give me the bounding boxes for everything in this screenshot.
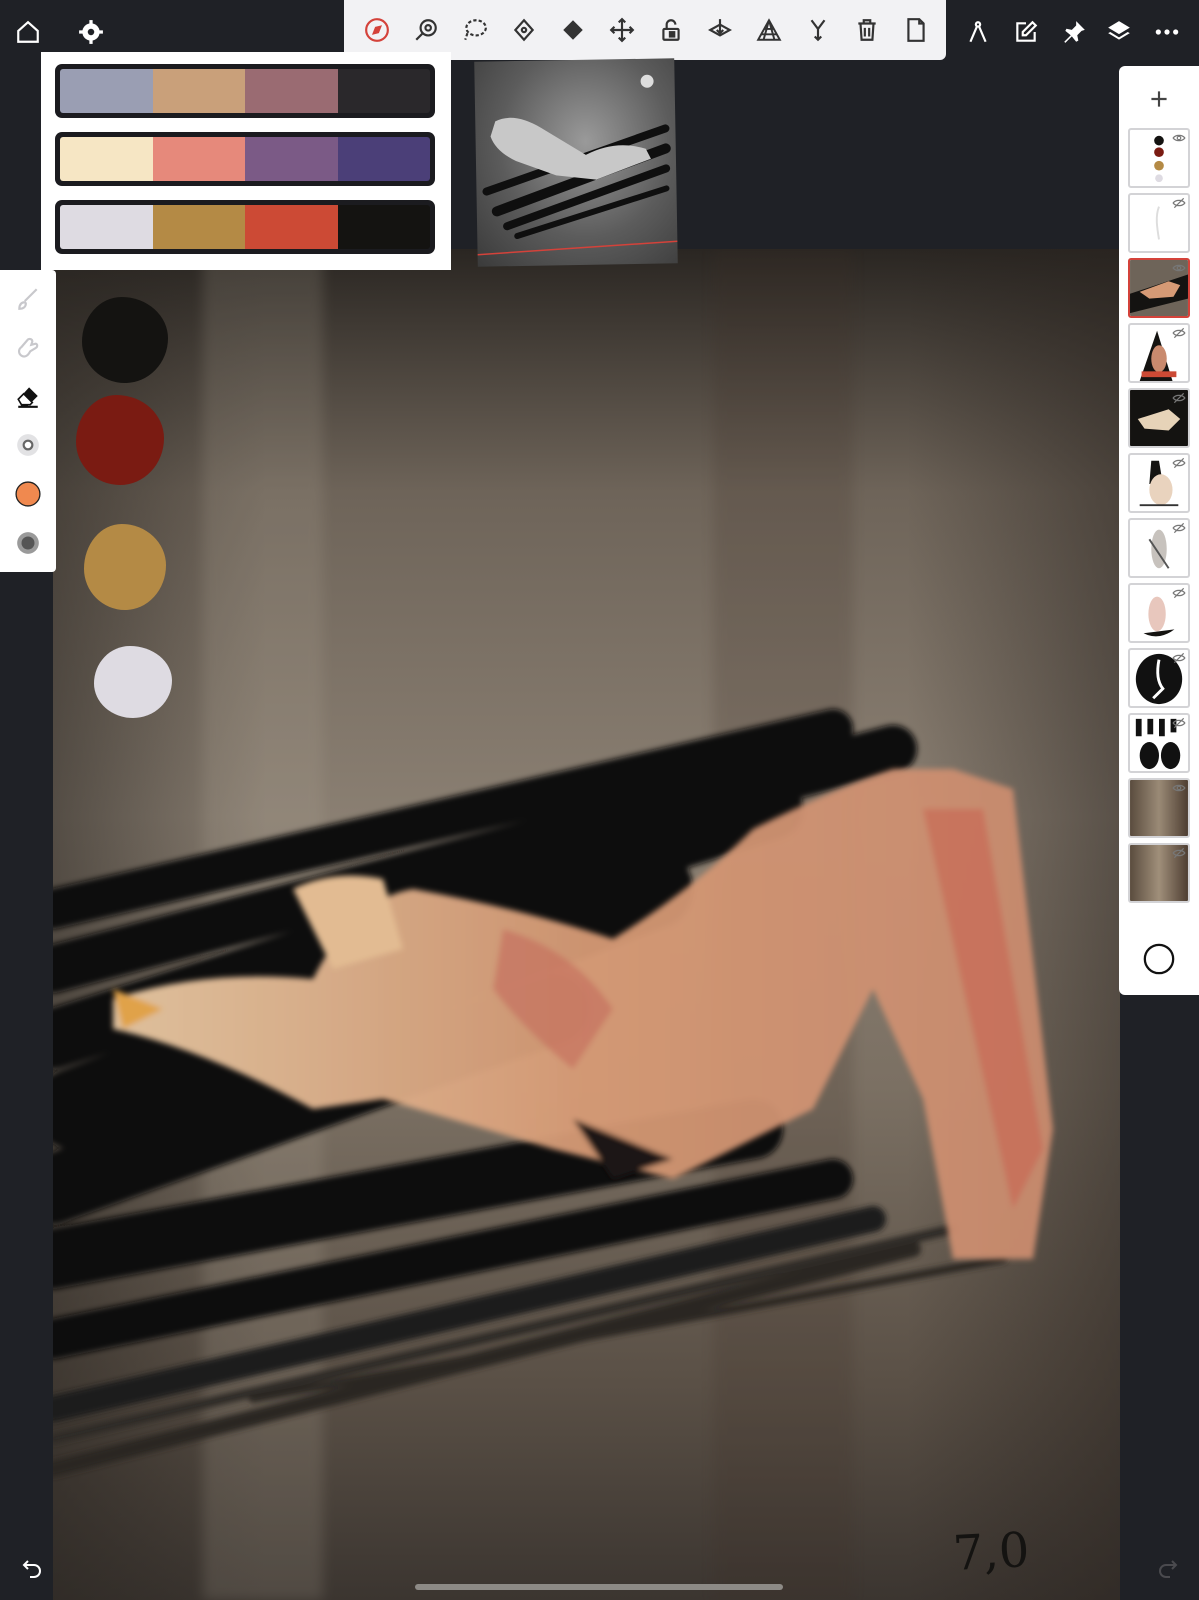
compass-icon[interactable]	[364, 17, 390, 43]
palette-panel	[41, 52, 451, 270]
redo-icon[interactable]	[1156, 1555, 1180, 1579]
smudge-icon[interactable]	[15, 334, 41, 360]
paint-swatch-white	[94, 646, 172, 718]
palette-swatch[interactable]	[60, 69, 153, 113]
drawing-canvas[interactable]: 7,0	[53, 249, 1120, 1600]
lock-icon[interactable]	[658, 17, 684, 43]
palette-swatch[interactable]	[337, 205, 430, 249]
perspective-grid-icon[interactable]	[756, 17, 782, 43]
eye-off-icon[interactable]	[1172, 847, 1186, 859]
undo-icon[interactable]	[20, 1555, 44, 1579]
color-icon[interactable]	[15, 481, 41, 507]
eye-off-icon[interactable]	[1172, 587, 1186, 599]
left-tool-strip	[0, 270, 56, 572]
canvas-annotation: 7,0	[951, 1522, 1031, 1582]
layer-thumb[interactable]	[1128, 648, 1190, 708]
more-icon[interactable]	[1154, 19, 1180, 45]
layer-thumb[interactable]	[1128, 518, 1190, 578]
layer-thumb[interactable]	[1128, 388, 1190, 448]
palette-row-3[interactable]	[55, 200, 435, 254]
tool-toolbar	[344, 0, 946, 60]
palette-swatch[interactable]	[152, 137, 245, 181]
palette-swatch[interactable]	[152, 205, 245, 249]
eye-icon[interactable]	[1172, 262, 1186, 274]
eye-off-icon[interactable]	[1172, 522, 1186, 534]
palette-swatch[interactable]	[152, 69, 245, 113]
reference-image[interactable]	[474, 58, 678, 267]
layer-thumb[interactable]	[1128, 778, 1190, 838]
home-indicator	[415, 1584, 783, 1590]
layers-icon[interactable]	[1106, 19, 1132, 45]
brush-size-icon[interactable]	[15, 432, 41, 458]
palette-swatch[interactable]	[60, 205, 153, 249]
move-icon[interactable]	[609, 17, 635, 43]
palette-swatch[interactable]	[245, 205, 338, 249]
palette-swatch[interactable]	[245, 137, 338, 181]
brush-icon[interactable]	[15, 286, 41, 312]
layers-panel	[1119, 66, 1199, 995]
layer-thumb[interactable]	[1128, 713, 1190, 773]
paint-swatch-black	[82, 297, 168, 383]
eye-off-icon[interactable]	[1172, 717, 1186, 729]
fill-icon[interactable]	[560, 17, 586, 43]
document-icon[interactable]	[903, 17, 929, 43]
layer-thumb[interactable]	[1128, 323, 1190, 383]
palette-swatch[interactable]	[60, 137, 153, 181]
lasso-icon[interactable]	[462, 17, 488, 43]
eraser-icon[interactable]	[15, 383, 41, 409]
eye-off-icon[interactable]	[1172, 327, 1186, 339]
palette-swatch[interactable]	[337, 69, 430, 113]
trash-icon[interactable]	[854, 17, 880, 43]
plus-icon[interactable]	[1146, 86, 1172, 112]
eye-off-icon[interactable]	[1172, 197, 1186, 209]
layer-thumb[interactable]	[1128, 843, 1190, 903]
gear-icon[interactable]	[78, 19, 104, 45]
circle-icon[interactable]	[1142, 942, 1176, 976]
eye-off-icon[interactable]	[1172, 457, 1186, 469]
layer-thumb[interactable]	[1128, 453, 1190, 513]
merge-down-icon[interactable]	[707, 17, 733, 43]
zoom-icon[interactable]	[413, 17, 439, 43]
eye-icon[interactable]	[1172, 782, 1186, 794]
home-icon[interactable]	[15, 19, 41, 45]
compass-ruler-icon[interactable]	[965, 19, 991, 45]
layer-thumb[interactable]	[1128, 128, 1190, 188]
eye-off-icon[interactable]	[1172, 652, 1186, 664]
pen-nib-icon[interactable]	[511, 17, 537, 43]
paint-swatch-ochre	[84, 524, 166, 610]
edit-icon[interactable]	[1013, 19, 1039, 45]
opacity-icon[interactable]	[15, 530, 41, 556]
layer-thumb[interactable]	[1128, 583, 1190, 643]
palette-row-1[interactable]	[55, 64, 435, 118]
paint-swatch-red	[76, 395, 164, 485]
palette-swatch[interactable]	[337, 137, 430, 181]
pin-icon[interactable]	[1061, 19, 1087, 45]
palette-swatch[interactable]	[245, 69, 338, 113]
layer-thumb[interactable]	[1128, 193, 1190, 253]
merge-icon[interactable]	[805, 17, 831, 43]
eye-icon[interactable]	[1172, 132, 1186, 144]
layer-thumb-selected[interactable]	[1128, 258, 1190, 318]
eye-off-icon[interactable]	[1172, 392, 1186, 404]
palette-row-2[interactable]	[55, 132, 435, 186]
